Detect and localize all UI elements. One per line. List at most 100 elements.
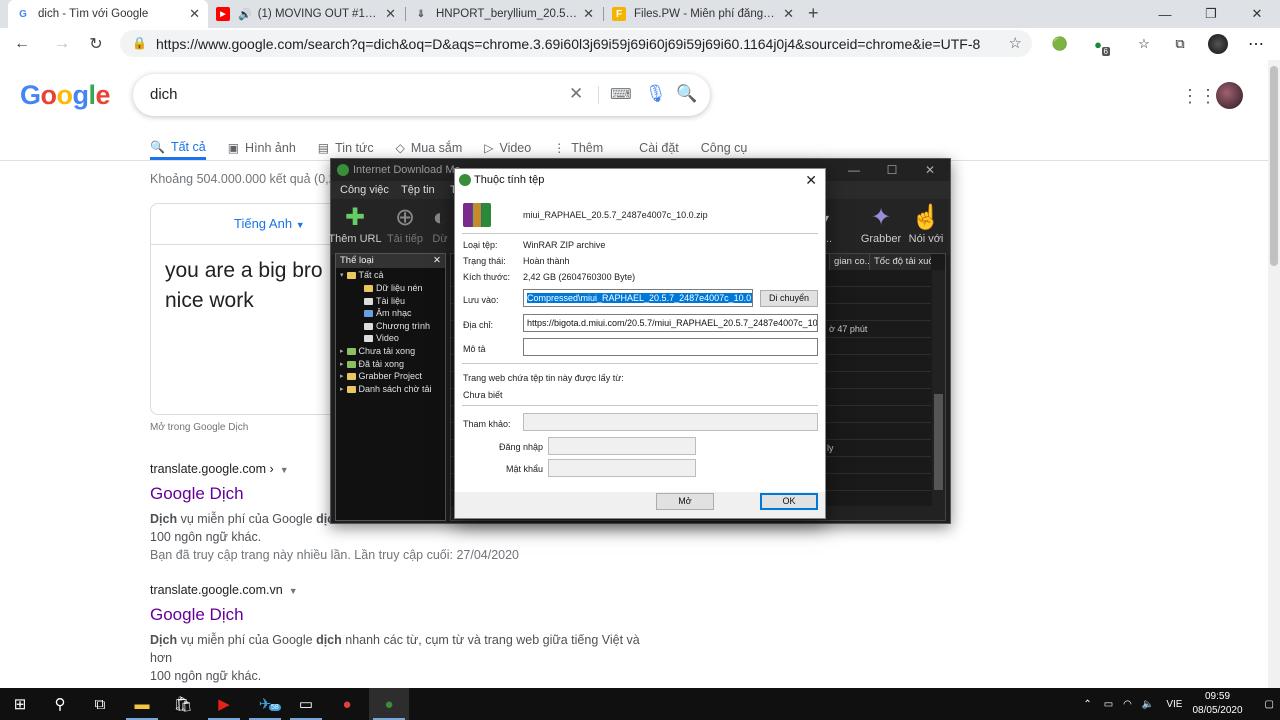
close-window-icon[interactable]: ✕: [1234, 0, 1280, 28]
result-title[interactable]: Google Dịch: [150, 605, 640, 625]
category-item[interactable]: ▸ Grabber Project: [340, 371, 422, 381]
close-tab-icon[interactable]: ✕: [385, 6, 396, 22]
speaker-icon[interactable]: 🔊: [238, 8, 252, 21]
avatar[interactable]: [1216, 82, 1243, 109]
expand-icon[interactable]: ▾: [340, 271, 344, 279]
app-icon[interactable]: ●: [327, 688, 367, 720]
keyboard-icon[interactable]: ⌨: [610, 85, 632, 103]
category-item[interactable]: Video: [364, 333, 399, 343]
category-item[interactable]: Âm nhạc: [364, 308, 412, 318]
close-icon[interactable]: ✕: [433, 254, 441, 268]
tab-video[interactable]: ▷ Video: [484, 136, 531, 160]
translate-input[interactable]: you are a big bro nice work: [165, 256, 341, 316]
favorites-icon[interactable]: ☆: [1134, 34, 1154, 54]
task-view-icon[interactable]: ⧉: [80, 688, 120, 720]
category-item[interactable]: ▸ Đã tải xong: [340, 359, 404, 369]
category-item[interactable]: ▸ Danh sách chờ tải: [340, 384, 431, 394]
stop-button[interactable]: ◐ Dừ: [425, 203, 455, 245]
category-item[interactable]: ▾ Tất cả: [340, 270, 384, 280]
open-button[interactable]: Mở: [656, 493, 714, 510]
login-field[interactable]: [548, 437, 696, 455]
expand-icon[interactable]: ▸: [340, 360, 344, 368]
menu-item[interactable]: Tệp tin: [401, 181, 435, 199]
browser-tab[interactable]: ▶ 🔊 (1) MOVING OUT #1: ĐỘI B ✕: [208, 0, 404, 28]
move-button[interactable]: Di chuyển: [760, 290, 818, 307]
result-url[interactable]: translate.google.com.vn ▼: [150, 583, 640, 597]
clear-icon[interactable]: ✕: [569, 84, 583, 104]
new-tab-icon[interactable]: +: [808, 3, 819, 24]
expand-icon[interactable]: ▸: [340, 372, 344, 380]
address-bar[interactable]: 🔒 https://www.google.com/search?q=dich&o…: [120, 30, 1032, 57]
description-field[interactable]: [523, 338, 818, 356]
idm-taskbar-icon[interactable]: ●: [369, 688, 409, 720]
list-scrollbar[interactable]: [932, 270, 945, 506]
mic-icon[interactable]: 🎙: [645, 84, 667, 104]
profile-avatar[interactable]: [1208, 34, 1228, 54]
windows-start-icon[interactable]: ⊞: [0, 688, 40, 720]
tab-settings[interactable]: Cài đặt: [639, 136, 679, 160]
chevron-up-icon[interactable]: ⌃: [1083, 699, 1091, 710]
dialog-titlebar[interactable]: Thuộc tính tệp ✕: [455, 169, 825, 191]
wifi-icon[interactable]: ◠: [1123, 699, 1132, 710]
input-language[interactable]: VIE: [1166, 699, 1182, 710]
forward-icon[interactable]: →: [50, 32, 74, 56]
minimize-icon[interactable]: —: [1142, 0, 1188, 28]
maximize-icon[interactable]: ❐: [1188, 0, 1234, 28]
volume-icon[interactable]: 🔈: [1142, 699, 1154, 710]
category-item[interactable]: Chương trình: [364, 321, 430, 331]
save-path-field[interactable]: Compressed\miui_RAPHAEL_20.5.7_2487e4007…: [523, 289, 753, 307]
file-explorer-icon[interactable]: ▬: [122, 688, 162, 720]
reload-icon[interactable]: ↻: [84, 32, 108, 56]
scrollbar-thumb[interactable]: [1270, 66, 1278, 266]
tab-tools[interactable]: Công cụ: [701, 136, 748, 160]
back-icon[interactable]: ←: [10, 32, 34, 56]
tell-friend-button[interactable]: ☝ Nói với: [901, 203, 951, 245]
tab-all[interactable]: 🔍 Tất cả: [150, 140, 206, 160]
tab-more[interactable]: ⋮ Thêm: [553, 136, 603, 160]
terminal-icon[interactable]: ▭: [286, 688, 326, 720]
address-field[interactable]: https://bigota.d.miui.com/20.5.7/miui_RA…: [523, 314, 818, 332]
browser-tab[interactable]: F Files.PW - Miễn phí đăng tải & c ✕: [604, 0, 802, 28]
minimize-icon[interactable]: —: [835, 159, 873, 181]
search-icon[interactable]: ⚲: [40, 688, 80, 720]
column-header[interactable]: gian co...: [829, 254, 869, 270]
category-item[interactable]: Tài liệu: [364, 296, 405, 306]
page-scrollbar[interactable]: [1268, 60, 1280, 688]
search-icon[interactable]: 🔍: [676, 84, 697, 104]
browser-tab[interactable]: ⇓ HNPORT_beryllium_20.5.7_10.zip ✕: [406, 0, 602, 28]
chevron-down-icon[interactable]: ▼: [289, 586, 298, 596]
collections-icon[interactable]: ⧉: [1170, 34, 1190, 54]
close-window-icon[interactable]: ✕: [911, 159, 949, 181]
star-icon[interactable]: ☆: [1009, 34, 1022, 52]
category-item[interactable]: ▸ Chưa tải xong: [340, 346, 415, 356]
expand-icon[interactable]: ▸: [340, 347, 344, 355]
telegram-icon[interactable]: ✈ 58: [245, 688, 285, 720]
close-tab-icon[interactable]: ✕: [583, 6, 594, 22]
category-item[interactable]: Dữ liệu nén: [364, 283, 423, 293]
open-in-translate-link[interactable]: Mở trong Google Dịch: [150, 422, 248, 433]
source-language-select[interactable]: Tiếng Anh ▼: [234, 216, 305, 231]
maximize-icon[interactable]: ☐: [873, 159, 911, 181]
menu-item[interactable]: Công việc: [340, 181, 389, 199]
tab-images[interactable]: ▣ Hình ảnh: [228, 136, 296, 160]
chevron-down-icon[interactable]: ▼: [280, 465, 289, 475]
search-box[interactable]: dich ✕ ⌨ 🎙 🔍: [133, 74, 710, 116]
expand-icon[interactable]: ▸: [340, 385, 344, 393]
battery-icon[interactable]: ▭: [1104, 699, 1113, 710]
scrollbar-thumb[interactable]: [934, 394, 943, 490]
store-icon[interactable]: 🛍: [163, 688, 203, 720]
close-icon[interactable]: ✕: [805, 169, 817, 191]
password-field[interactable]: [548, 459, 696, 477]
close-tab-icon[interactable]: ✕: [783, 6, 794, 22]
tab-news[interactable]: ▤ Tin tức: [318, 136, 374, 160]
menu-dots-icon[interactable]: ⋯: [1246, 34, 1266, 54]
extension-icon[interactable]: ● 6: [1088, 34, 1110, 56]
tab-shopping[interactable]: ◇ Mua sắm: [396, 136, 463, 160]
google-logo[interactable]: Google: [20, 80, 111, 111]
referrer-field[interactable]: [523, 413, 818, 431]
ok-button[interactable]: OK: [760, 493, 818, 510]
close-tab-icon[interactable]: ✕: [189, 6, 200, 22]
youtube-app-icon[interactable]: ▶: [204, 688, 244, 720]
idm-extension-icon[interactable]: 🟢: [1050, 34, 1070, 54]
search-query[interactable]: dich: [150, 86, 178, 103]
